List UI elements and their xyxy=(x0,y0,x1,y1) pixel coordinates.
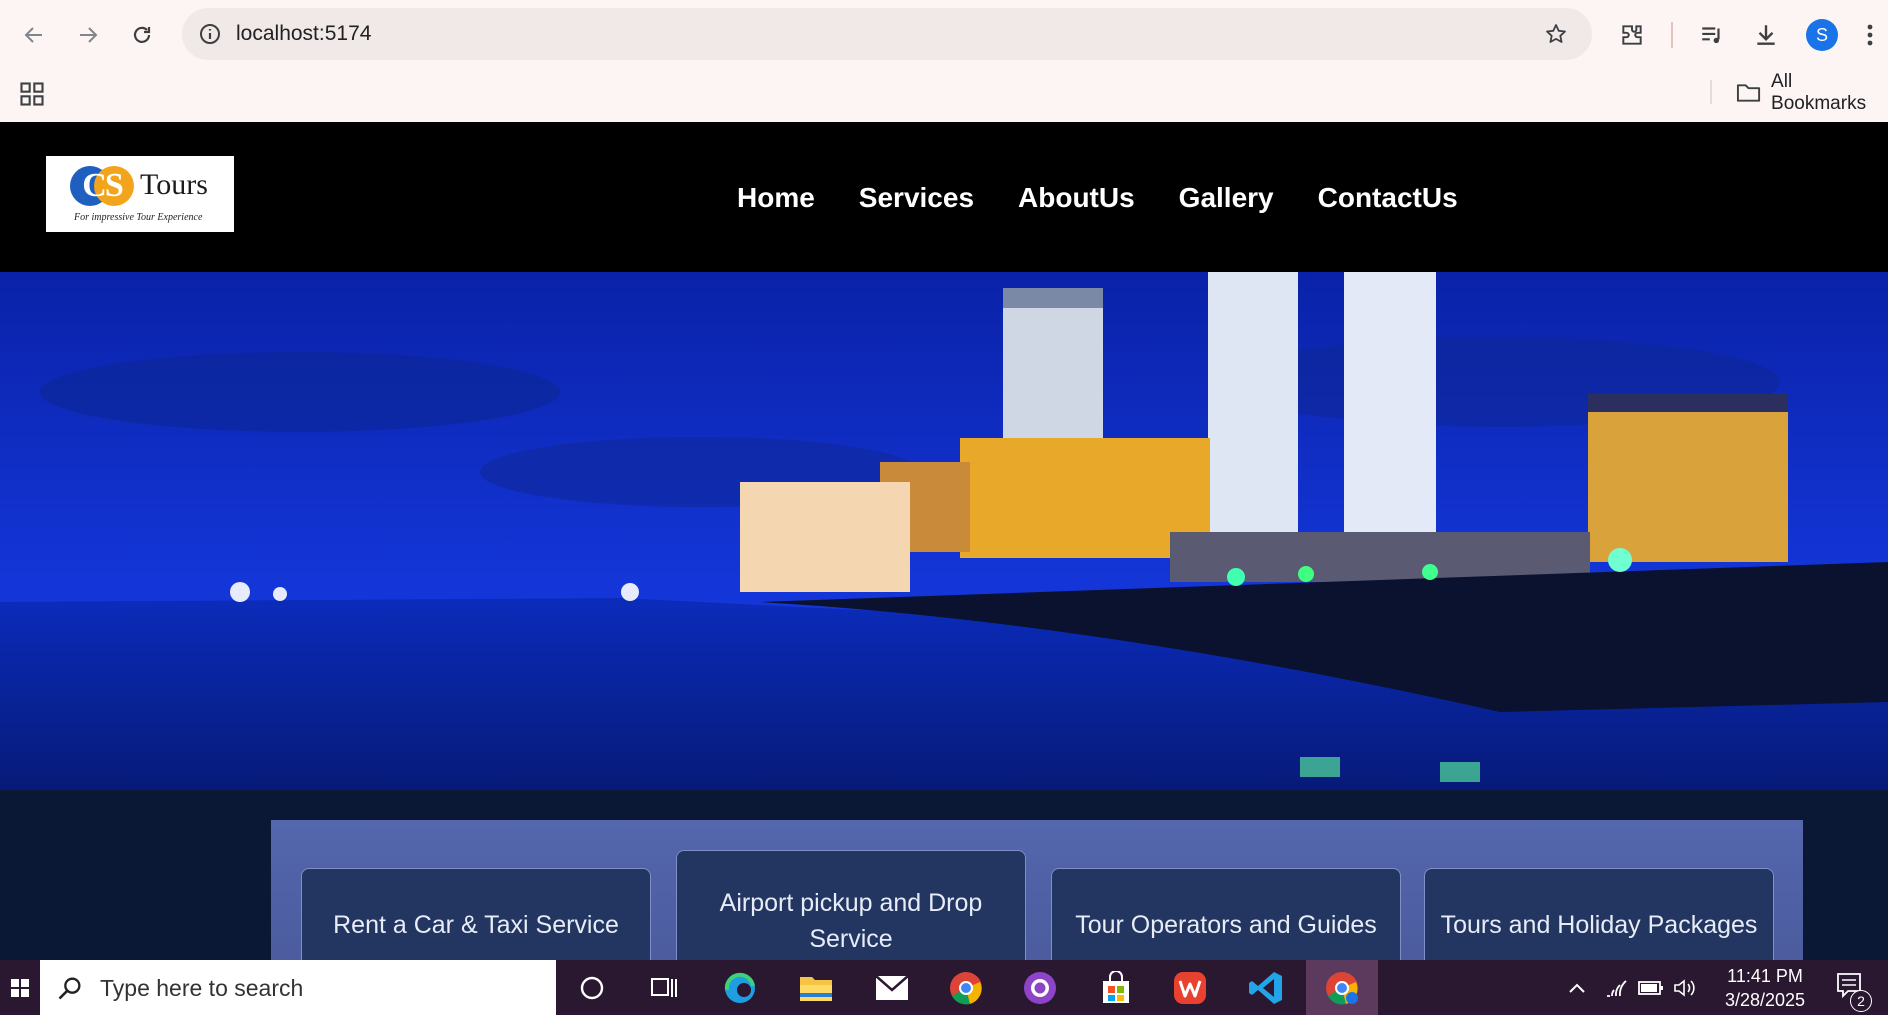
hero-image xyxy=(0,272,1888,790)
service-card-title: Tour Operators and Guides xyxy=(1075,911,1377,939)
service-card-title: Rent a Car & Taxi Service xyxy=(333,911,619,939)
folder-icon xyxy=(1736,84,1761,102)
profile-avatar[interactable]: S xyxy=(1806,19,1838,51)
battery-icon[interactable] xyxy=(1636,960,1666,1015)
chrome-profile-icon-active[interactable] xyxy=(1306,960,1378,1015)
microsoft-store-icon[interactable] xyxy=(1086,964,1146,1012)
reload-button[interactable] xyxy=(122,15,162,55)
taskbar-search[interactable]: Type here to search xyxy=(40,960,556,1015)
toolbar-divider xyxy=(1671,22,1673,48)
wps-office-icon[interactable] xyxy=(1160,964,1220,1012)
all-bookmarks-button[interactable]: All Bookmarks xyxy=(1736,71,1888,114)
task-view-icon[interactable] xyxy=(634,964,694,1012)
forward-button[interactable] xyxy=(68,15,108,55)
bookmarks-divider xyxy=(1710,80,1712,104)
volume-icon[interactable] xyxy=(1670,960,1700,1015)
address-bar[interactable]: localhost:5174 xyxy=(182,8,1592,60)
browser-chrome: localhost:5174 S All Bookmarks xyxy=(0,0,1888,122)
notification-center-button[interactable]: 2 xyxy=(1822,960,1878,1015)
nav-aboutus[interactable]: AboutUs xyxy=(1018,182,1135,214)
nav-gallery[interactable]: Gallery xyxy=(1179,182,1274,214)
back-arrow-icon xyxy=(24,27,42,43)
nav-contactus[interactable]: ContactUs xyxy=(1318,182,1458,214)
logo-brand: Tours xyxy=(140,168,208,201)
chrome-icon[interactable] xyxy=(936,964,996,1012)
extensions-icon[interactable] xyxy=(1612,15,1652,55)
taskbar-search-placeholder: Type here to search xyxy=(100,975,304,1001)
bookmarks-bar: All Bookmarks xyxy=(0,71,1888,122)
media-controls-icon[interactable] xyxy=(1692,15,1732,55)
edge-browser-icon[interactable] xyxy=(710,964,770,1012)
show-hidden-icons-chevron-icon[interactable] xyxy=(1562,960,1592,1015)
cortana-icon[interactable] xyxy=(562,964,622,1012)
apps-grid-icon[interactable] xyxy=(18,80,46,108)
network-icon[interactable] xyxy=(1602,960,1632,1015)
clock-date: 3/28/2025 xyxy=(1724,990,1806,1010)
main-nav: Home Services AboutUs Gallery ContactUs xyxy=(737,182,1458,214)
nav-services[interactable]: Services xyxy=(859,182,974,214)
service-card-rent-a-car[interactable]: Rent a Car & Taxi Service xyxy=(301,868,651,960)
downloads-icon[interactable] xyxy=(1746,15,1786,55)
mail-icon[interactable] xyxy=(862,964,922,1012)
windows-logo-icon xyxy=(11,978,29,997)
vscode-icon[interactable] xyxy=(1236,964,1296,1012)
service-card-title: Airport pickup and Drop Service xyxy=(719,889,983,953)
search-icon xyxy=(58,977,81,1000)
site-info-icon[interactable] xyxy=(196,20,224,48)
github-desktop-icon[interactable] xyxy=(1010,964,1070,1012)
file-explorer-icon[interactable] xyxy=(786,964,846,1012)
back-button[interactable] xyxy=(14,15,54,55)
windows-taskbar: Type here to search 11:41 PM 3/28/2025 2 xyxy=(0,960,1888,1015)
url-text[interactable]: localhost:5174 xyxy=(236,22,371,46)
service-card-tours-packages[interactable]: Tours and Holiday Packages xyxy=(1424,868,1774,960)
service-card-tour-operators[interactable]: Tour Operators and Guides xyxy=(1051,868,1401,960)
taskbar-clock[interactable]: 11:41 PM 3/28/2025 xyxy=(1710,964,1820,1012)
all-bookmarks-label: All Bookmarks xyxy=(1771,71,1867,114)
reload-icon xyxy=(133,26,151,43)
site-header: CS Tours For impressive Tour Experience … xyxy=(0,122,1888,272)
forward-arrow-icon xyxy=(80,27,98,43)
browser-menu-icon[interactable] xyxy=(1856,15,1884,55)
service-card-airport-pickup[interactable]: Airport pickup and Drop Service xyxy=(676,850,1026,960)
logo-letters: CS xyxy=(82,167,123,204)
clock-time: 11:41 PM xyxy=(1727,966,1803,986)
notification-badge: 2 xyxy=(1850,990,1872,1012)
bookmark-star-icon[interactable] xyxy=(1542,20,1570,48)
service-card-title: Tours and Holiday Packages xyxy=(1440,911,1758,939)
start-button[interactable] xyxy=(0,960,40,1015)
services-panel: Rent a Car & Taxi Service Airport pickup… xyxy=(271,820,1803,960)
site-logo[interactable]: CS Tours For impressive Tour Experience xyxy=(46,156,234,232)
website-viewport: CS Tours For impressive Tour Experience … xyxy=(0,122,1888,960)
nav-home[interactable]: Home xyxy=(737,182,815,214)
logo-tagline: For impressive Tour Experience xyxy=(74,212,203,223)
